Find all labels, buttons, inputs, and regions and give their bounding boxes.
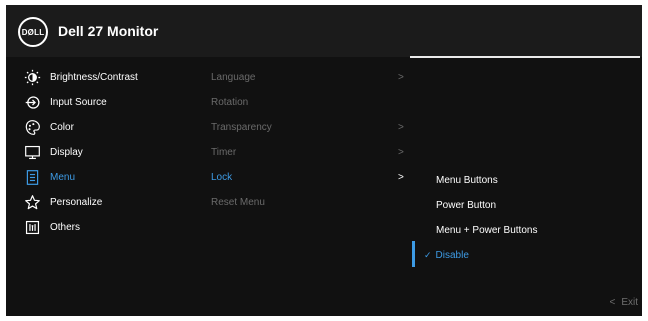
chevron-right-icon: >	[398, 172, 404, 183]
header-divider	[410, 56, 640, 58]
osd-header: DØLL Dell 27 Monitor	[6, 5, 642, 57]
osd-title: Dell 27 Monitor	[58, 23, 159, 39]
monitor-osd: DØLL Dell 27 Monitor Brightness/Contrast…	[6, 5, 642, 316]
menu-item-menu[interactable]: Menu	[22, 165, 212, 190]
brightness-icon	[22, 68, 42, 88]
chevron-right-icon: >	[398, 72, 404, 83]
menu-icon	[22, 168, 42, 188]
others-icon	[22, 218, 42, 238]
color-icon	[22, 118, 42, 138]
submenu-item-rotation[interactable]: Rotation	[211, 90, 411, 115]
lock-option-menu-power-buttons[interactable]: Menu + Power Buttons	[436, 218, 636, 243]
lock-option-disable[interactable]: ✓ Disable	[424, 243, 636, 268]
exit-button[interactable]: < Exit	[609, 297, 638, 308]
chevron-right-icon: >	[398, 122, 404, 133]
menu-item-others[interactable]: Others	[22, 215, 212, 240]
submenu-item-lock[interactable]: Lock >	[211, 165, 411, 190]
submenu-item-timer[interactable]: Timer >	[211, 140, 411, 165]
menu-item-display[interactable]: Display	[22, 140, 212, 165]
menu-item-input-source[interactable]: Input Source	[22, 90, 212, 115]
lock-option-menu-buttons[interactable]: Menu Buttons	[436, 168, 636, 193]
checkmark-icon: ✓	[424, 250, 432, 260]
exit-label: Exit	[621, 297, 638, 308]
menu-item-personalize[interactable]: Personalize	[22, 190, 212, 215]
lock-options: Menu Buttons Power Button Menu + Power B…	[424, 168, 636, 268]
input-source-icon	[22, 93, 42, 113]
menu-submenu: Language > Rotation Transparency > Timer…	[211, 65, 411, 215]
selection-indicator	[412, 241, 415, 267]
chevron-right-icon: >	[398, 147, 404, 158]
lock-option-power-button[interactable]: Power Button	[436, 193, 636, 218]
menu-item-color[interactable]: Color	[22, 115, 212, 140]
submenu-item-reset-menu[interactable]: Reset Menu	[211, 190, 411, 215]
chevron-left-icon: <	[609, 297, 616, 308]
submenu-item-transparency[interactable]: Transparency >	[211, 115, 411, 140]
star-icon	[22, 193, 42, 213]
dell-logo: DØLL	[18, 17, 48, 47]
menu-item-brightness-contrast[interactable]: Brightness/Contrast	[22, 65, 212, 90]
submenu-item-language[interactable]: Language >	[211, 65, 411, 90]
display-icon	[22, 143, 42, 163]
main-menu: Brightness/Contrast Input Source Color D…	[22, 65, 212, 240]
